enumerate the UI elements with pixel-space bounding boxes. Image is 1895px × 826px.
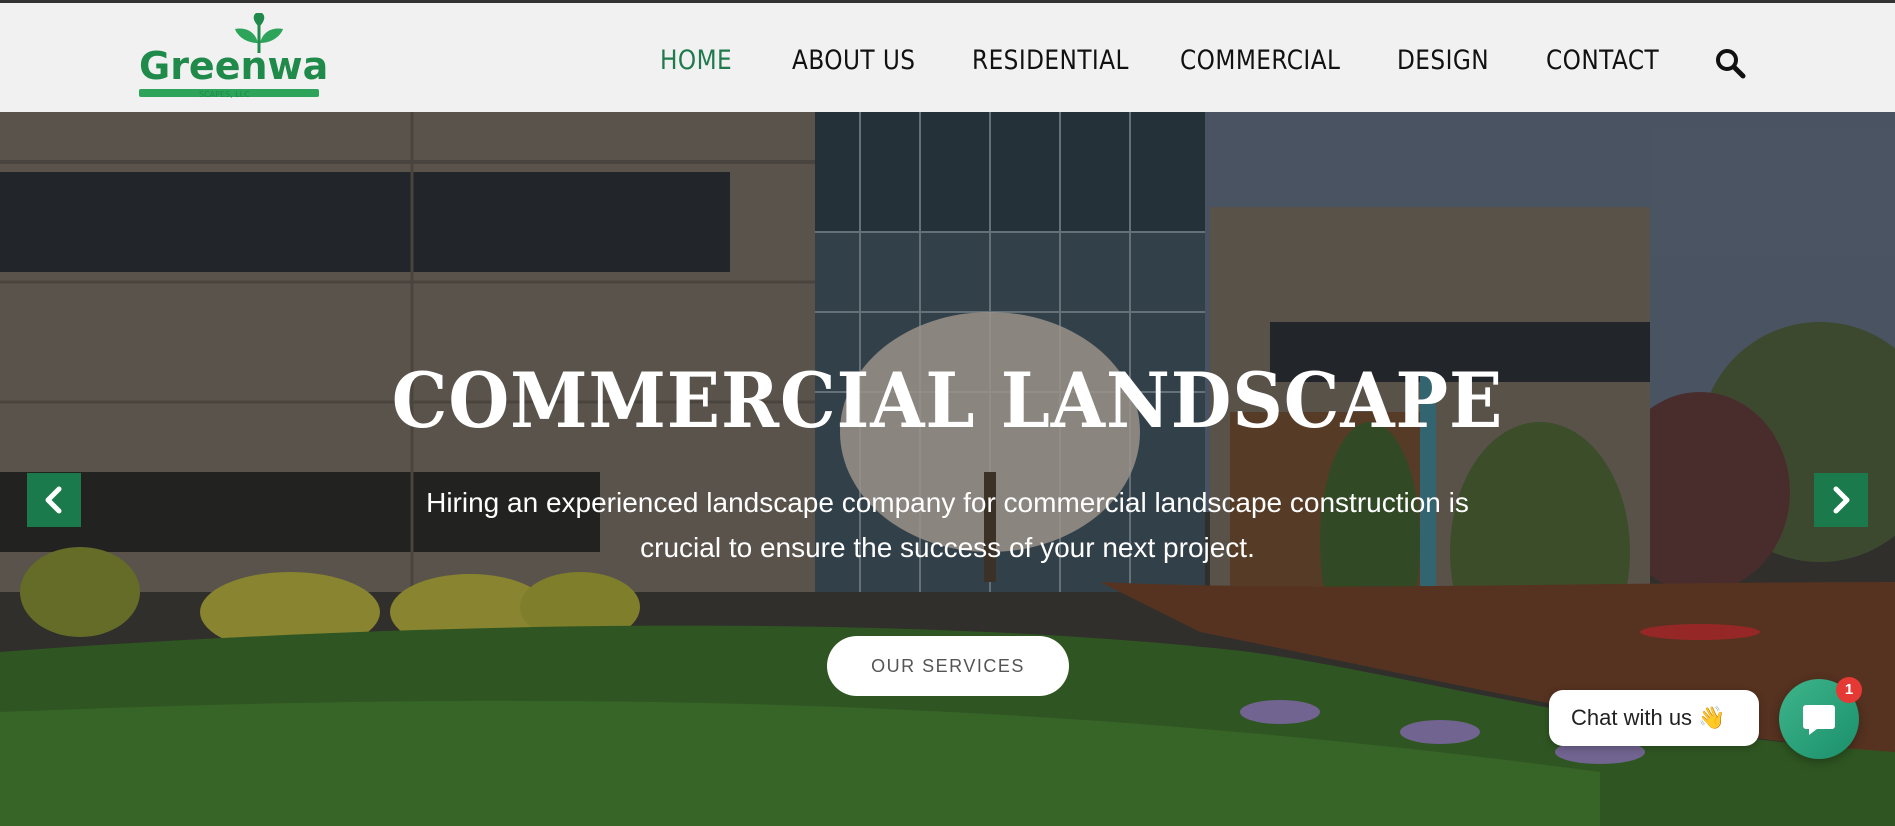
wave-icon: 👋 [1698,705,1726,730]
nav-item-home[interactable]: HOME [660,41,732,81]
nav-item-about-us[interactable]: ABOUT US [792,41,915,81]
slider-next-button[interactable] [1814,473,1868,527]
chevron-right-icon [1833,486,1850,514]
search-icon[interactable] [1714,47,1746,79]
nav-item-design[interactable]: DESIGN [1397,41,1489,81]
chat-prompt-label: Chat with us [1571,705,1693,730]
nav-item-commercial[interactable]: COMMERCIAL [1180,41,1340,81]
unread-badge: 1 [1836,677,1862,703]
slider-prev-button[interactable] [27,473,81,527]
main-nav: HOME ABOUT US RESIDENTIAL COMMERCIAL DES… [0,3,1895,112]
chevron-left-icon [45,486,62,514]
chat-prompt-bubble[interactable]: Chat with us 👋 [1549,690,1759,746]
hero-slider: COMMERCIAL LANDSCAPE Hiring an experienc… [0,112,1895,826]
our-services-button[interactable]: OUR SERVICES [827,636,1069,696]
hero-subtitle: Hiring an experienced landscape company … [426,487,1469,563]
site-header: Greenway SCAPES, LLC HOME ABOUT US RESID… [0,3,1895,112]
nav-item-residential[interactable]: RESIDENTIAL [972,41,1129,81]
hero-title: COMMERCIAL LANDSCAPE [391,356,1504,445]
nav-item-contact[interactable]: CONTACT [1546,41,1659,81]
